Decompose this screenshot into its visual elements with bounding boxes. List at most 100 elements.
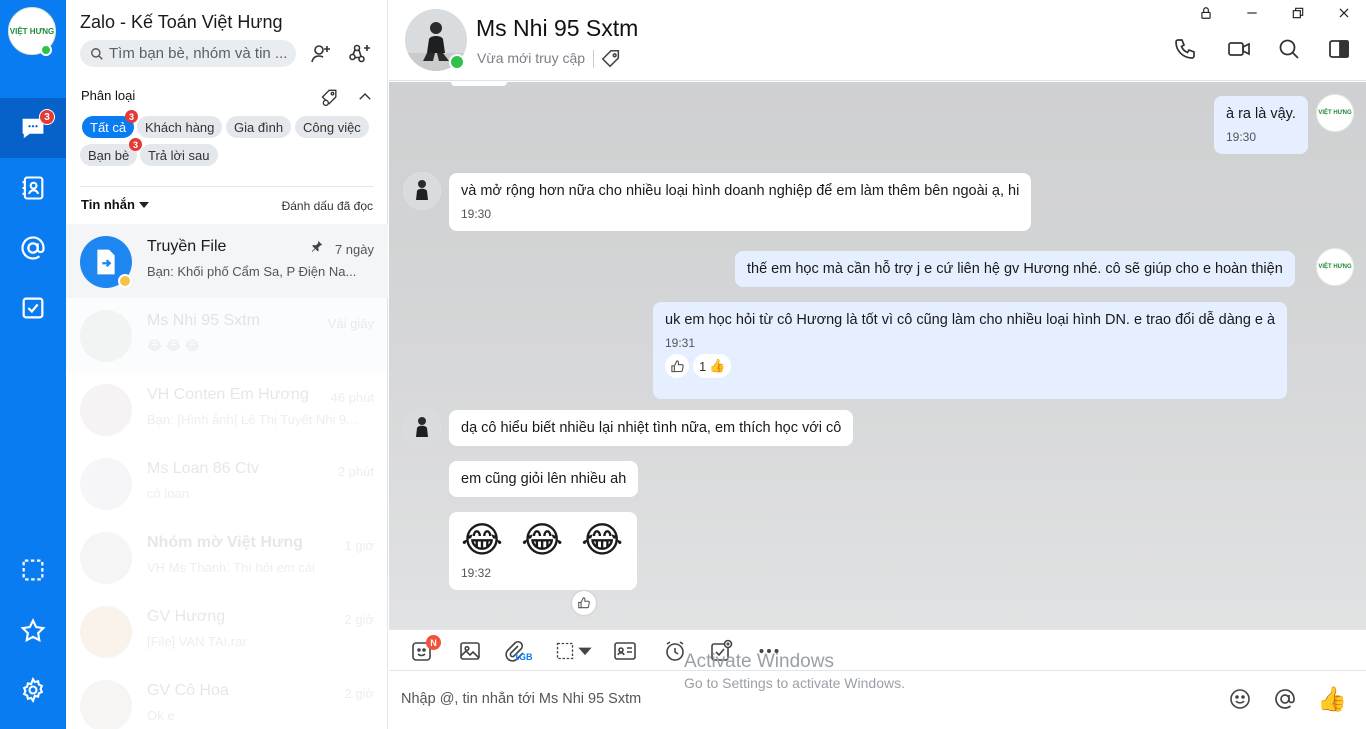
conversation-item[interactable]: Nhóm mờ Việt Hưng 1 giờ VH Ms Thanh: Thì… [66,520,388,594]
mark-all-read-link[interactable]: Đánh dấu đã đọc [282,199,373,213]
minimize-icon [1247,12,1257,14]
conversation-item[interactable]: Ms Nhi 95 Sxtm Vài giây 😂 😂 😂 [66,298,388,372]
contact-status: Vừa mới truy cập [477,50,586,66]
video-call-button[interactable] [1225,35,1253,63]
reaction-count-pill[interactable]: 1 👍 [693,354,732,378]
contact-photo-icon [403,409,441,447]
close-icon [1339,8,1349,18]
conversation-info-button[interactable] [1325,35,1353,63]
create-group-button[interactable] [346,40,374,68]
manage-tags-button[interactable] [319,86,341,108]
nav-messages[interactable]: 3 [0,98,66,158]
nav-settings[interactable] [0,660,66,720]
message-bubble-incoming[interactable]: và mở rộng hơn nữa cho nhiều loại hình d… [449,173,1032,231]
message-filter-dropdown[interactable]: Tin nhắn [81,197,149,212]
chat-area: Ms Nhi 95 Sxtm Vừa mới truy cập à ra là … [389,0,1366,729]
lock-button[interactable] [1194,4,1218,22]
conversation-avatar [80,310,132,362]
app-title: Zalo - Kế Toán Việt Hưng [80,12,283,32]
message-bubble-outgoing[interactable]: à ra là vậy. 19:30 [1214,96,1308,154]
chip-label: Khách hàng [145,119,215,135]
sender-avatar[interactable] [403,409,441,447]
nav-mentions[interactable] [0,218,66,278]
nav-favorites[interactable] [0,601,66,661]
nav-contacts[interactable] [0,158,66,218]
reaction-row: 1 👍 [665,350,1275,378]
conversation-avatar [80,384,132,436]
message-list[interactable]: à ra là vậy. 19:30 VIỆT HƯNG và mở rộng … [389,82,1366,629]
conversation-preview: [File] VAN TAI.rar [147,634,247,649]
video-camera-icon [1228,42,1250,56]
conversation-preview: cô loan [147,486,189,501]
screenshot-button[interactable] [555,637,595,665]
search-icon [1279,39,1299,59]
attach-file-button[interactable]: 1GB [500,637,533,665]
chip-work[interactable]: Công việc [295,116,369,138]
add-group-icon [349,44,370,63]
brand-logo: VIỆT HƯNG [1318,109,1352,116]
chip-label: Công việc [303,119,361,135]
chip-label: Trả lời sau [148,147,210,163]
conversation-item[interactable]: GV Cô Hoa 2 giờ Ok e [66,668,388,729]
sender-avatar[interactable]: VIỆT HƯNG [1316,94,1354,132]
message-bubble-incoming[interactable]: em cũng giỏi lên nhiều ah [449,461,639,497]
group-avatar [80,532,132,584]
conversation-preview: Bạn: Khối phố Cẩm Sa, P Điện Na... [147,264,357,279]
previous-message-edge [451,82,507,86]
conversation-preview: Bạn: [Hình ảnh] Lê Thị Tuyết Nhi 9... [147,412,358,427]
screenshot-icon [22,559,44,581]
chip-friends[interactable]: Bạn bè [80,144,138,166]
search-input[interactable] [109,45,289,62]
message-text: em cũng giỏi lên nhiều ah [461,471,627,487]
message-bubble-outgoing[interactable]: uk em học hỏi từ cô Hương là tốt vì cô c… [653,302,1288,399]
online-indicator [40,44,52,56]
conversation-panel: Zalo - Kế Toán Việt Hưng Phân loại Tất c… [66,0,388,729]
image-icon [460,642,480,660]
chip-label: Bạn bè [88,147,130,163]
conversation-preview: 😂 😂 😂 [147,338,200,353]
send-contact-card-button[interactable] [611,637,639,665]
sender-avatar[interactable]: VIỆT HƯNG [1316,248,1354,286]
nav-screenshot[interactable] [0,540,66,600]
chip-label: Gia đình [234,119,284,135]
nav-todo[interactable] [0,278,66,338]
close-button[interactable] [1332,4,1356,22]
tag-icon[interactable] [600,48,622,70]
sticker-button[interactable]: N [408,635,441,665]
chip-reply-later[interactable]: Trả lời sau [140,144,218,166]
search-box[interactable] [80,40,296,67]
chip-customers[interactable]: Khách hàng [137,116,223,138]
message-bubble-incoming[interactable]: 😂 😂 😂 19:32 [449,512,638,590]
conversation-item[interactable]: Ms Loan 86 Ctv 2 phút cô loan [66,446,388,520]
chip-family[interactable]: Gia đình [226,116,292,138]
react-button[interactable] [572,591,596,615]
contact-name[interactable]: Ms Nhi 95 Sxtm [476,15,638,42]
search-chat-button[interactable] [1275,35,1303,63]
quick-like-button[interactable]: 👍 [1317,685,1347,713]
windows-activation-watermark: Activate Windows Go to Settings to activ… [684,651,905,691]
message-bubble-outgoing[interactable]: thế em học mà cần hỗ trợ j e cứ liên hệ … [735,251,1295,287]
minimize-button[interactable] [1240,4,1264,22]
phone-icon [1175,39,1195,59]
react-button[interactable] [665,354,689,378]
conversation-item[interactable]: VH Conten Em Hương 46 phút Bạn: [Hình ản… [66,372,388,446]
watermark-title: Activate Windows [684,651,834,672]
collapse-categories-button[interactable] [354,86,376,108]
mention-button[interactable] [1271,685,1299,713]
restore-button[interactable] [1286,4,1310,22]
conversation-avatar [80,458,132,510]
conversation-name: GV Cô Hoa [147,682,229,699]
category-header: Phân loại [81,88,136,103]
filter-label: Tin nhắn [81,197,135,212]
sender-avatar[interactable] [403,172,441,210]
send-image-button[interactable] [456,637,484,665]
voice-call-button[interactable] [1171,35,1199,63]
add-friend-button[interactable] [307,40,335,68]
reaction-count: 1 [699,358,707,374]
conversation-item[interactable]: GV Hương 2 giờ [File] VAN TAI.rar [66,594,388,668]
message-input[interactable] [401,691,1001,707]
conversation-item[interactable]: Truyền File 7 ngày Bạn: Khối phố Cẩm Sa,… [66,224,388,298]
message-bubble-incoming[interactable]: dạ cô hiểu biết nhiều lại nhiệt tình nữa… [449,410,854,446]
emoji-button[interactable] [1226,685,1254,713]
conversation-preview: Ok e [147,708,175,723]
